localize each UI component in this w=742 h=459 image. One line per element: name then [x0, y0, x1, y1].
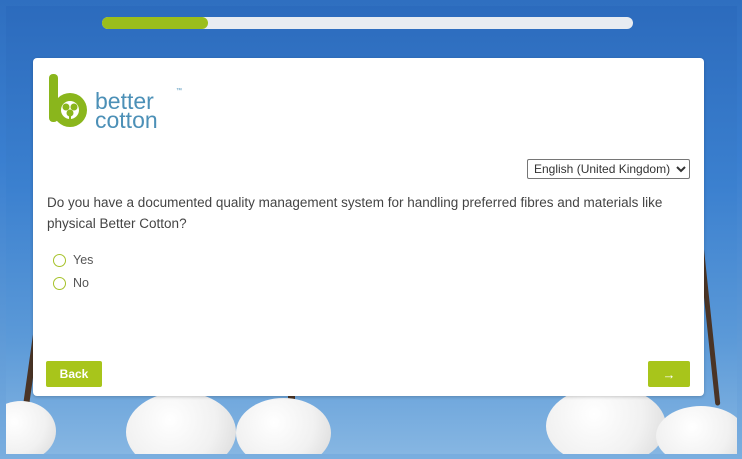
- radio-yes[interactable]: [53, 253, 66, 267]
- option-no[interactable]: No: [53, 276, 89, 290]
- option-yes-label: Yes: [73, 253, 94, 267]
- logo-text-cotton: cotton: [95, 107, 158, 133]
- cotton-boll: [656, 406, 737, 454]
- cotton-boll: [126, 392, 236, 454]
- progress-bar: [102, 17, 633, 29]
- background-photo: better cotton ™ English (United Kingdom)…: [6, 6, 737, 454]
- logo-trademark: ™: [176, 87, 182, 94]
- language-select[interactable]: English (United Kingdom): [527, 159, 690, 179]
- next-button[interactable]: →: [648, 361, 690, 387]
- cotton-boll: [6, 401, 56, 454]
- survey-card: better cotton ™ English (United Kingdom)…: [33, 58, 704, 396]
- progress-bar-fill: [102, 17, 209, 29]
- radio-no[interactable]: [53, 276, 66, 290]
- cotton-boll: [546, 386, 666, 454]
- option-yes[interactable]: Yes: [53, 253, 93, 267]
- back-button[interactable]: Back: [46, 361, 102, 387]
- better-cotton-logo: better cotton ™: [49, 74, 182, 133]
- cotton-boll: [236, 398, 331, 454]
- option-no-label: No: [73, 276, 89, 290]
- question-text: Do you have a documented quality managem…: [47, 195, 663, 231]
